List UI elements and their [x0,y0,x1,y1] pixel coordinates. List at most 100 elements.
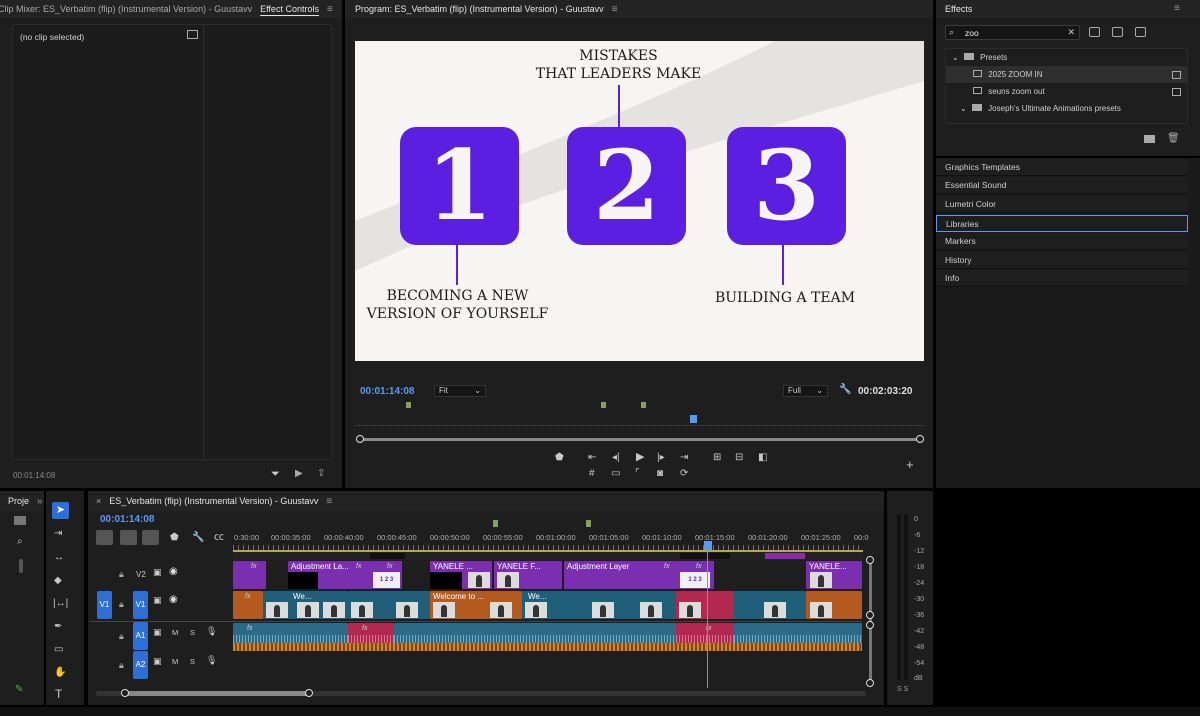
compare-icon[interactable]: ◧ [758,453,767,463]
type-tool-icon[interactable]: T [55,688,62,700]
timeline-zoom-thumb[interactable] [125,691,310,696]
effects-title[interactable]: Effects [945,4,972,14]
effects-menu-icon[interactable]: ≡ [1174,3,1180,14]
side-panel-lumetri-color[interactable]: Lumetri Color [936,196,1188,213]
program-playhead-icon[interactable] [690,415,697,423]
captions-icon[interactable]: ㏄ [214,533,224,543]
search-icon[interactable]: ⌕ [17,536,23,547]
scroll-handle[interactable] [866,679,874,687]
side-panel-history[interactable]: History [936,252,1188,269]
32bit-effects-icon[interactable] [1112,27,1123,37]
track-target-v1[interactable]: V1 [133,591,148,619]
trash-icon[interactable]: 🗑 [1167,133,1180,144]
track-select-tool-icon[interactable]: ⇥ [54,529,62,539]
marker-icon[interactable] [641,402,646,408]
microphone-icon[interactable]: 🎙︎ [206,655,217,666]
quality-select[interactable]: Full ⌄ [783,385,828,397]
add-button-icon[interactable]: + [906,458,914,471]
step-back-icon[interactable]: ◂| [612,453,620,463]
timeline-clip-v2[interactable]: YANELE ... [430,561,492,589]
side-panel-info[interactable]: Info [936,270,1188,287]
clear-search-icon[interactable]: ✕ [1067,27,1075,38]
timeline-clip-v1[interactable] [734,591,806,619]
tree-item-preset[interactable]: seuns zoom out [946,83,1187,100]
add-marker-icon[interactable]: ⬟ [170,533,179,543]
effects-search-input[interactable]: ⌕ zoo ✕ [945,25,1080,40]
wrench-icon[interactable]: 🔧 [839,384,851,395]
program-menu-icon[interactable]: ≡ [612,4,618,15]
timeline-menu-icon[interactable]: ≡ [326,496,332,507]
pen-tool-icon[interactable]: ✒ [54,622,62,632]
lock-icon[interactable]: 🔒︎ [119,599,124,610]
timeline-clip-v2[interactable]: fx 1 2 3 [678,561,714,589]
mark-out-icon[interactable]: ⇥ [680,453,688,463]
eye-icon[interactable]: ◉ [169,566,178,577]
settings-wrench-icon[interactable]: 🔧 [192,533,204,543]
slip-tool-icon[interactable]: |↔| [53,599,68,609]
sequence-title[interactable]: ES_Verbatim (flip) (Instrumental Version… [109,496,318,506]
timeline-clip-v2[interactable]: YANELE F... [494,561,562,589]
pencil-icon[interactable]: ✎ [15,684,23,695]
timeline-playhead-icon[interactable] [704,541,712,550]
selection-tool-icon[interactable]: ➤ [52,502,69,519]
marker-icon[interactable] [406,402,411,408]
track-target-a1[interactable]: A1 [133,622,148,650]
linked-selection-icon[interactable] [142,530,159,545]
meter-solo-buttons[interactable]: S S [897,686,908,693]
extract-icon[interactable]: ⊟ [735,453,743,463]
audio-music-strip[interactable] [233,643,862,651]
camera-icon[interactable]: ◙ [657,469,663,479]
timeline-clip-v2[interactable]: fx [233,561,266,589]
mark-in-icon[interactable]: ⇤ [588,453,596,463]
scroll-handle[interactable] [866,611,874,619]
microphone-icon[interactable]: 🎙︎ [206,626,217,637]
timeline-clip-v2[interactable]: fx 1 2 3 [372,561,402,589]
tab-clip-mixer[interactable]: Clip Mixer: ES_Verbatim (flip) (Instrume… [0,4,252,14]
fit-select[interactable]: Fit ⌄ [434,385,486,397]
side-panel-essential-sound[interactable]: Essential Sound [936,177,1188,194]
mute-button[interactable]: M [172,628,178,637]
expand-tabs-icon[interactable]: » [37,496,43,507]
lock-icon[interactable]: 🔒︎ [119,631,124,642]
timeline-timecode[interactable]: 00:01:14:08 [100,514,154,525]
timeline-clip-v1[interactable] [676,591,734,619]
eye-icon[interactable]: ◉ [169,594,178,605]
zoom-handle-left[interactable] [121,689,129,697]
snap-icon[interactable] [120,530,137,545]
step-forward-icon[interactable]: |▸ [657,453,665,463]
ripple-edit-tool-icon[interactable]: ↔ [54,553,64,563]
close-icon[interactable]: × [96,496,101,506]
marker-icon[interactable] [493,520,498,527]
crop-icon[interactable]: ⌜ [635,469,640,479]
tree-item-preset[interactable]: 2025 ZOOM IN [946,66,1187,83]
panel-menu-icon[interactable]: ≡ [327,4,333,15]
nest-icon[interactable] [96,530,113,545]
film-icon[interactable]: ▣ [153,656,162,667]
play-audio-icon[interactable]: ▶ [295,468,303,479]
marker-icon[interactable] [586,520,591,527]
grid-icon[interactable]: # [589,469,595,479]
program-title[interactable]: Program: ES_Verbatim (flip) (Instrumenta… [355,4,604,14]
timeline-clip-v1[interactable]: We... [263,591,348,619]
scroll-handle[interactable] [866,556,874,564]
timeline-clip-v2[interactable]: Adjustment La... fx [288,561,372,589]
tree-item-folder[interactable]: ⌄ Joseph's Ultimate Animations presets [946,100,1187,117]
lock-icon[interactable]: 🔒︎ [119,569,124,580]
tab-project[interactable]: Proje [8,496,29,506]
solo-button[interactable]: S [190,628,195,637]
timeline-clip-v1[interactable] [806,591,862,619]
solo-button[interactable]: S [190,657,195,666]
side-panel-markers[interactable]: Markers [936,233,1188,250]
project-scrollbar[interactable] [19,559,23,573]
timeline-ruler[interactable] [233,545,863,552]
tab-effect-controls[interactable]: Effect Controls [260,4,319,14]
side-panel-libraries[interactable]: Libraries [936,215,1188,232]
razor-tool-icon[interactable]: ◆ [54,576,62,586]
timeline-clip-v1[interactable]: Welcome to ... [430,591,522,619]
timeline-playhead-line[interactable] [707,547,708,688]
program-mini-ruler[interactable] [355,416,924,426]
track-target-a2[interactable]: A2 [133,651,148,679]
timeline-clip-v2[interactable]: Adjustment Layer fx [564,561,678,589]
toggle-timeline-icon[interactable] [187,30,198,39]
program-video-frame[interactable]: MISTAKES THAT LEADERS MAKE 1 2 3 BECOMIN… [355,41,924,361]
